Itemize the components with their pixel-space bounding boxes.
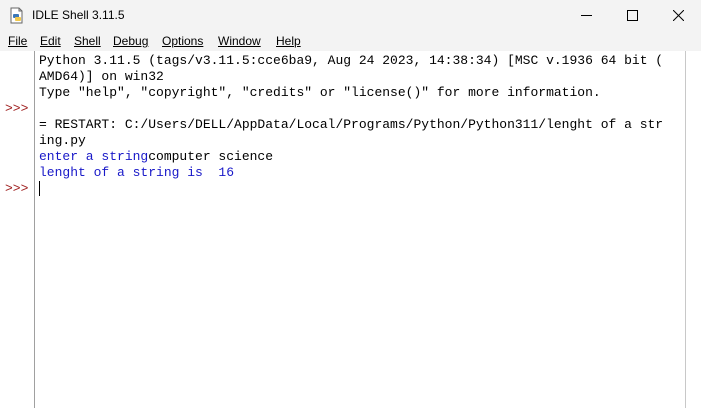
minimize-icon [580, 15, 592, 16]
close-button[interactable] [655, 0, 701, 31]
idle-app-icon [9, 7, 25, 24]
scrollbar-track[interactable] [685, 51, 686, 408]
menu-file[interactable]: File [8, 34, 27, 48]
text-cursor [39, 181, 40, 196]
shell-prompt: >>> [5, 101, 29, 116]
restart-line-2: ing.py [39, 133, 86, 148]
banner-line-2: AMD64)] on win32 [39, 69, 164, 84]
menu-shell[interactable]: Shell [74, 34, 101, 48]
menu-debug[interactable]: Debug [113, 34, 148, 48]
banner-line-3: Type "help", "copyright", "credits" or "… [39, 85, 601, 100]
restart-line-1: = RESTART: C:/Users/DELL/AppData/Local/P… [39, 117, 664, 132]
title-bar: IDLE Shell 3.11.5 [0, 0, 701, 31]
banner-line-1: Python 3.11.5 (tags/v3.11.5:cce6ba9, Aug… [39, 53, 664, 68]
menu-window[interactable]: Window [218, 34, 261, 48]
window-title: IDLE Shell 3.11.5 [32, 8, 125, 22]
shell-prompt-active: >>> [5, 181, 29, 196]
menu-bar: File Edit Shell Debug Options Window Hel… [0, 31, 701, 51]
menu-options[interactable]: Options [162, 34, 203, 48]
stdout-prompt-text: enter a string [39, 149, 149, 164]
input-prompt-line: enter a stringcomputer science [39, 149, 273, 165]
shell-text-area[interactable]: >>> >>> Python 3.11.5 (tags/v3.11.5:cce6… [0, 51, 701, 408]
maximize-icon [626, 10, 638, 21]
user-input-text: computer science [148, 149, 274, 164]
minimize-button[interactable] [563, 0, 609, 31]
close-icon [672, 10, 684, 21]
menu-help[interactable]: Help [276, 34, 301, 48]
menu-edit[interactable]: Edit [40, 34, 61, 48]
prompt-gutter-divider [34, 51, 35, 408]
maximize-button[interactable] [609, 0, 655, 31]
output-line: lenght of a string is 16 [39, 165, 235, 180]
